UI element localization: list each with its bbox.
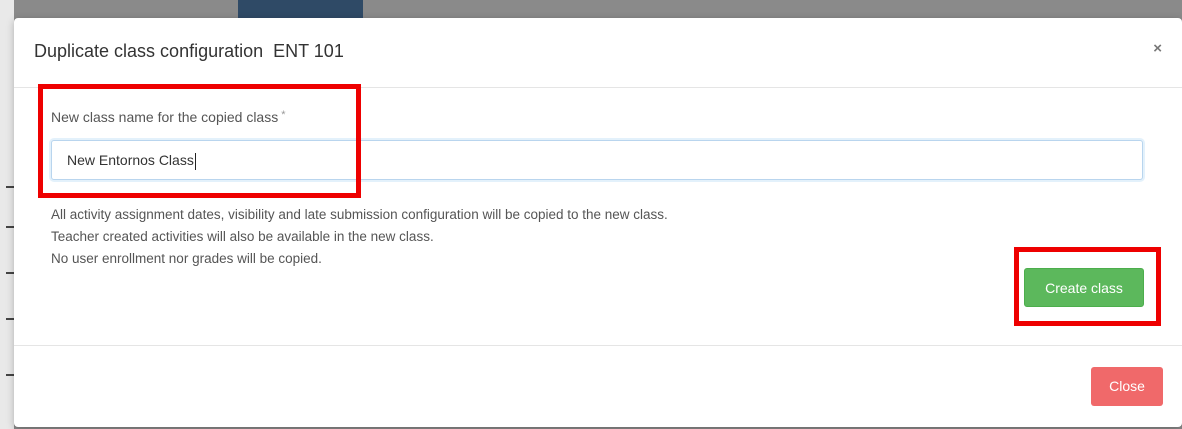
class-name-input-value: New Entornos Class — [67, 152, 194, 168]
class-name-label: New class name for the copied class * — [51, 109, 286, 125]
close-button[interactable]: Close — [1091, 367, 1163, 406]
class-name-input[interactable]: New Entornos Class — [51, 140, 1143, 180]
background-mark — [6, 374, 14, 376]
background-mark — [6, 226, 14, 228]
dialog-footer: Close — [14, 345, 1182, 428]
info-line: Teacher created activities will also be … — [51, 229, 434, 244]
close-icon[interactable]: × — [1153, 40, 1162, 57]
background-mark — [6, 186, 14, 188]
dialog-header: Duplicate class configuration ENT 101 × — [14, 18, 1182, 88]
copy-info-text: All activity assignment dates, visibilit… — [51, 204, 668, 270]
info-line: No user enrollment nor grades will be co… — [51, 251, 322, 266]
background-nav-tab — [238, 0, 363, 18]
dialog-body: New class name for the copied class * New… — [14, 88, 1182, 344]
class-name-label-text: New class name for the copied class — [51, 109, 279, 125]
required-mark: * — [281, 109, 286, 121]
text-caret — [194, 152, 196, 170]
info-line: All activity assignment dates, visibilit… — [51, 207, 668, 222]
dialog-title: Duplicate class configuration ENT 101 — [34, 41, 344, 61]
background-page — [0, 0, 14, 429]
background-mark — [6, 272, 14, 274]
create-class-button[interactable]: Create class — [1024, 268, 1144, 307]
duplicate-class-dialog: Duplicate class configuration ENT 101 × … — [14, 18, 1182, 427]
background-mark — [6, 318, 14, 320]
